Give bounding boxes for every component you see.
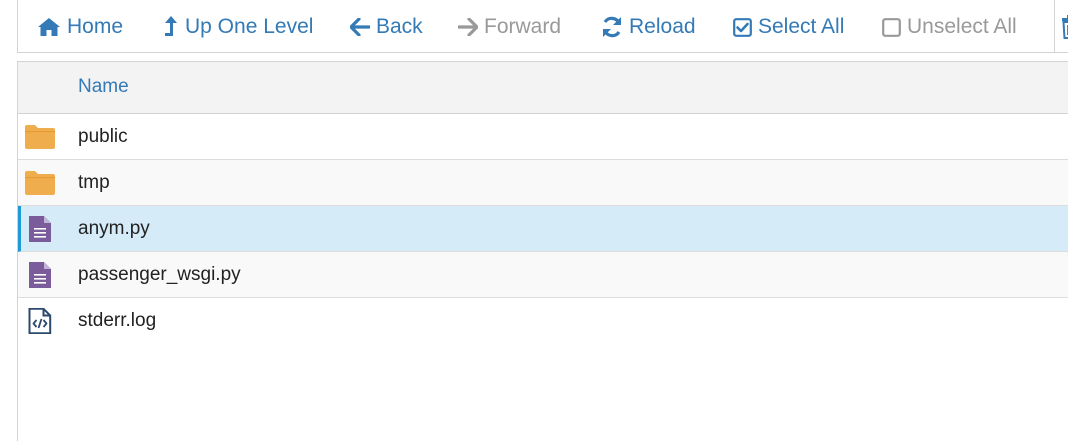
forward-button[interactable]: Forward <box>458 13 561 41</box>
folder-icon <box>25 125 55 149</box>
unselect-all-label: Unselect All <box>907 15 1017 38</box>
select-all-label: Select All <box>758 15 845 38</box>
select-all-button[interactable]: Select All <box>733 13 844 41</box>
table-row[interactable]: public <box>18 114 1068 160</box>
trash-icon <box>1062 15 1068 39</box>
table-row[interactable]: tmp <box>18 160 1068 206</box>
table-row[interactable]: passenger_wsgi.py <box>18 252 1068 298</box>
up-one-level-button[interactable]: Up One Level <box>163 13 313 41</box>
up-one-level-label: Up One Level <box>185 15 314 38</box>
column-header-name[interactable]: Name <box>78 76 129 98</box>
reload-label: Reload <box>629 15 696 38</box>
level-up-icon <box>165 16 177 36</box>
file-name: tmp <box>78 172 110 193</box>
home-label: Home <box>67 15 124 38</box>
reload-button[interactable]: Reload <box>601 13 696 41</box>
file-name: passenger_wsgi.py <box>78 264 241 285</box>
table-row[interactable]: stderr.log <box>18 298 1068 344</box>
arrow-right-icon <box>458 18 478 36</box>
back-label: Back <box>376 15 423 38</box>
table-header: Name <box>18 62 1068 114</box>
toolbar-divider <box>1054 0 1055 52</box>
home-icon <box>38 18 60 36</box>
unselect-all-button[interactable]: Unselect All <box>882 13 1017 41</box>
file-name: anym.py <box>78 218 150 239</box>
forward-label: Forward <box>484 15 562 38</box>
home-button[interactable]: Home <box>37 13 123 41</box>
file-name: public <box>78 126 128 147</box>
toolbar: Home Up One Level Back Forward Reload Se… <box>17 0 1068 53</box>
checkbox-empty-icon <box>882 17 901 37</box>
checkbox-checked-icon <box>733 17 752 37</box>
file-text-icon <box>29 216 51 242</box>
table-row-selected[interactable]: anym.py <box>18 206 1068 252</box>
file-listing: Name public tmp anym.py passenger_wsgi.p… <box>17 61 1068 441</box>
file-code-icon <box>28 308 52 334</box>
arrow-left-icon <box>350 18 370 36</box>
refresh-icon <box>603 16 621 38</box>
folder-icon <box>25 171 55 195</box>
file-text-icon <box>29 262 51 288</box>
file-name: stderr.log <box>78 310 157 331</box>
delete-button[interactable] <box>1061 13 1068 41</box>
back-button[interactable]: Back <box>350 13 423 41</box>
